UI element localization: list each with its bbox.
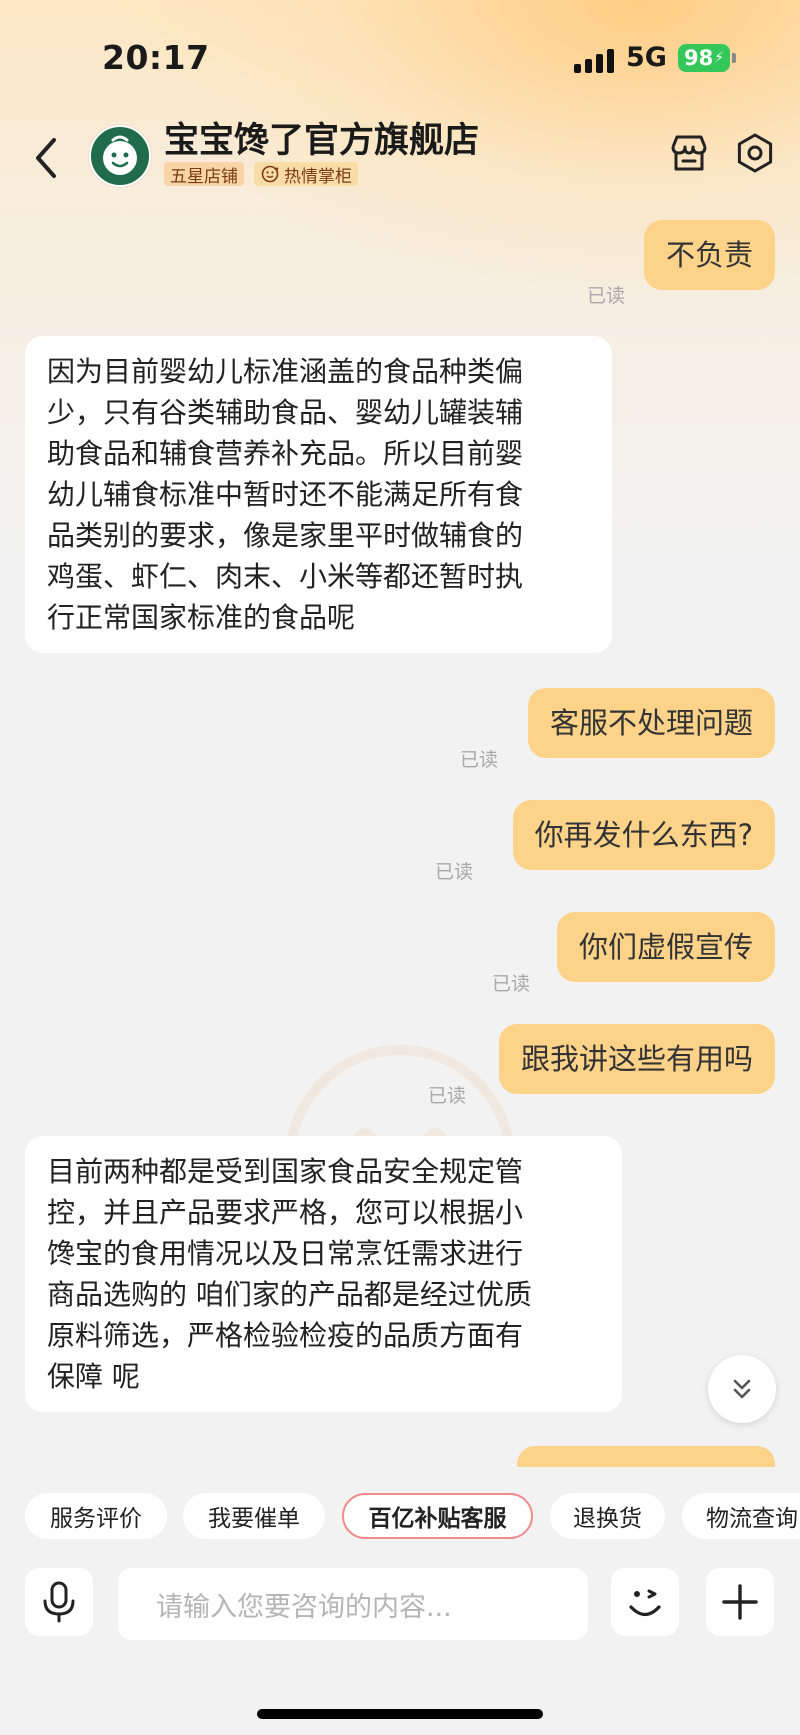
store-icon[interactable]	[668, 132, 710, 174]
voice-button[interactable]	[25, 1568, 93, 1636]
chip-label: 服务评价	[50, 1506, 142, 1532]
battery-tip	[732, 53, 736, 63]
message-line: 品类别的要求，像是家里平时做辅食的	[47, 519, 524, 552]
battery-level: 98	[683, 46, 714, 70]
battery-icon: 98 ⚡	[678, 44, 730, 72]
chat-message-list[interactable]: 不负责 已读 因为目前婴幼儿标准涵盖的食品种类偏 少，只有谷类辅助食品、婴幼儿罐…	[0, 210, 800, 1467]
quick-reply-logistics[interactable]: 物流查询	[682, 1493, 800, 1539]
received-message-bubble[interactable]: 目前两种都是受到国家食品安全规定管 控，并且产品要求严格，您可以根据小 馋宝的食…	[25, 1136, 622, 1412]
read-status: 已读	[428, 1085, 467, 1107]
message-line: 原料筛选，严格检验检疫的品质方面有	[47, 1319, 524, 1352]
sent-message-bubble[interactable]: 不负责	[643, 220, 775, 290]
read-status: 已读	[587, 285, 626, 307]
message-text: 你们虚假宣传	[578, 930, 753, 964]
status-time: 20:17	[102, 38, 210, 77]
double-chevron-down-icon	[733, 1379, 751, 1399]
message-text: 客服不处理问题	[549, 706, 753, 740]
quick-reply-subsidy-service[interactable]: 百亿补贴客服	[342, 1493, 533, 1539]
home-indicator	[257, 1709, 543, 1719]
message-line: 因为目前婴幼儿标准涵盖的食品种类偏	[47, 355, 524, 388]
message-line: 幼儿辅食标准中暂时还不能满足所有食	[47, 478, 524, 511]
warm-owner-badge: 热情掌柜	[254, 162, 358, 187]
message-line: 目前两种都是受到国家食品安全规定管	[47, 1155, 524, 1188]
network-type: 5G	[626, 42, 667, 73]
chip-label: 我要催单	[208, 1506, 300, 1532]
message-line: 商品选购的 咱们家的产品都是经过优质	[47, 1278, 532, 1311]
store-avatar[interactable]	[89, 125, 151, 187]
settings-icon[interactable]	[734, 132, 776, 174]
sent-message-bubble-partial[interactable]	[517, 1446, 775, 1467]
more-button[interactable]	[706, 1568, 774, 1636]
message-input[interactable]: 请输入您要咨询的内容...	[118, 1568, 588, 1640]
message-text: 跟我讲这些有用吗	[520, 1042, 753, 1076]
smile-face-icon	[261, 165, 279, 183]
quick-reply-bar: 服务评价 我要催单 百亿补贴客服 退换货 物流查询	[0, 1490, 800, 1544]
chat-header: 宝宝馋了官方旗舰店 五星店铺 热情掌柜	[0, 110, 800, 210]
sent-message-bubble[interactable]: 你们虚假宣传	[556, 912, 775, 982]
input-placeholder: 请输入您要咨询的内容...	[156, 1591, 452, 1623]
read-status: 已读	[492, 973, 531, 995]
message-line: 助食品和辅食营养补充品。所以目前婴	[47, 437, 524, 470]
sent-message-bubble[interactable]: 客服不处理问题	[527, 688, 775, 758]
store-logo-icon	[103, 135, 137, 175]
message-line: 少，只有谷类辅助食品、婴幼儿罐装辅	[47, 396, 524, 429]
sent-message-bubble[interactable]: 你再发什么东西?	[512, 800, 775, 870]
received-message-bubble[interactable]: 因为目前婴幼儿标准涵盖的食品种类偏 少，只有谷类辅助食品、婴幼儿罐装辅 助食品和…	[25, 336, 612, 653]
five-star-store-badge: 五星店铺	[164, 162, 244, 187]
read-status: 已读	[435, 861, 474, 883]
message-line: 保障 呢	[47, 1360, 140, 1393]
signal-icon	[574, 49, 614, 73]
sent-message-bubble[interactable]: 跟我讲这些有用吗	[498, 1024, 775, 1094]
message-line: 控，并且产品要求严格，您可以根据小	[47, 1196, 524, 1229]
back-icon[interactable]	[30, 134, 64, 182]
microphone-icon	[43, 1581, 75, 1623]
quick-reply-service-review[interactable]: 服务评价	[25, 1493, 167, 1539]
message-line: 鸡蛋、虾仁、肉末、小米等都还暂时执	[47, 560, 524, 593]
chip-label: 物流查询	[706, 1506, 798, 1532]
message-line: 馋宝的食用情况以及日常烹饪需求进行	[47, 1237, 524, 1270]
read-status: 已读	[460, 749, 499, 771]
chip-label: 百亿补贴客服	[368, 1506, 507, 1532]
plus-icon	[722, 1584, 758, 1620]
chip-label: 退换货	[573, 1506, 642, 1532]
scroll-to-bottom-button[interactable]	[708, 1355, 776, 1423]
emoji-button[interactable]	[611, 1568, 679, 1636]
quick-reply-return-exchange[interactable]: 退换货	[550, 1493, 665, 1539]
badge-label: 热情掌柜	[284, 166, 352, 187]
message-text: 不负责	[665, 238, 753, 272]
input-area: 请输入您要咨询的内容...	[0, 1560, 800, 1640]
message-line: 行正常国家标准的食品呢	[47, 601, 356, 634]
badge-label: 五星店铺	[170, 166, 238, 187]
status-bar: 20:17 5G 98 ⚡	[0, 0, 800, 110]
store-name: 宝宝馋了官方旗舰店	[164, 121, 480, 161]
quick-reply-urge-order[interactable]: 我要催单	[183, 1493, 325, 1539]
wink-emoji-icon	[629, 1589, 661, 1617]
message-text: 你再发什么东西?	[534, 818, 753, 852]
